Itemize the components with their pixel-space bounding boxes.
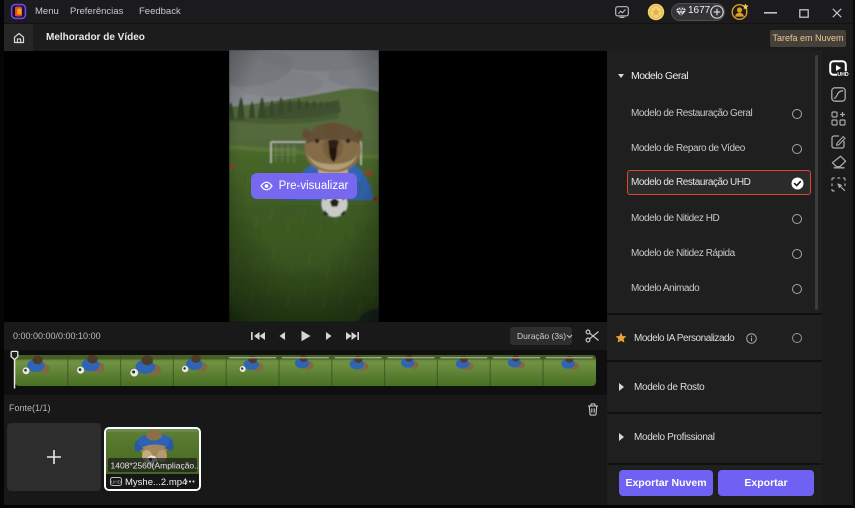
svg-text:UHD: UHD	[837, 72, 848, 78]
svg-text:1408*2560(Ampliação...: 1408*2560(Ampliação...	[111, 461, 200, 471]
svg-text:UHD: UHD	[111, 480, 122, 485]
